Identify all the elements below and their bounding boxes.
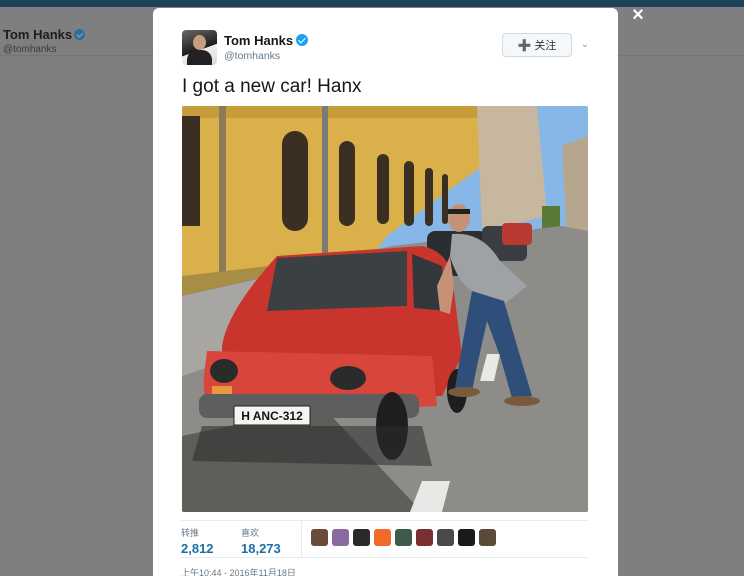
- author-avatar[interactable]: [182, 30, 217, 65]
- retweets-stat[interactable]: 转推 2,812: [181, 526, 214, 556]
- retweets-label: 转推: [181, 528, 200, 538]
- chevron-down-icon[interactable]: ⌄: [579, 39, 591, 51]
- author-name[interactable]: Tom Hanks: [224, 33, 293, 48]
- tweet-timestamp[interactable]: 上午10:44 - 2016年11月18日: [181, 566, 296, 576]
- tweet-stats: 转推 2,812 喜欢 18,273: [181, 520, 589, 558]
- author-handle[interactable]: @tomhanks: [224, 50, 280, 62]
- liker-avatar[interactable]: [416, 529, 433, 546]
- follow-button[interactable]: ➕ 关注: [502, 33, 572, 57]
- background-profile-handle: @tomhanks: [3, 44, 57, 55]
- liker-avatar[interactable]: [311, 529, 328, 546]
- liker-avatar[interactable]: [437, 529, 454, 546]
- tweet-photo[interactable]: H ANC-312: [182, 106, 588, 512]
- background-profile-name: Tom Hanks: [3, 27, 73, 42]
- verified-icon: [296, 34, 309, 46]
- liker-avatar[interactable]: [374, 529, 391, 546]
- verified-icon: [74, 29, 86, 40]
- tweet-modal: Tom Hanks @tomhanks ➕ 关注 ⌄ I got a new ca…: [153, 8, 618, 576]
- liker-avatar[interactable]: [479, 529, 496, 546]
- likes-count: 18,273: [241, 541, 281, 556]
- liker-avatar[interactable]: [353, 529, 370, 546]
- follow-button-label: 关注: [534, 40, 557, 52]
- tweet-text: I got a new car! Hanx: [182, 76, 362, 97]
- liker-avatar[interactable]: [458, 529, 475, 546]
- add-user-icon: ➕: [517, 40, 532, 52]
- license-plate-text: H ANC-312: [241, 409, 303, 423]
- likes-stat[interactable]: 喜欢 18,273: [241, 526, 281, 556]
- retweets-count: 2,812: [181, 541, 214, 556]
- likes-label: 喜欢: [241, 528, 260, 538]
- liker-avatar[interactable]: [395, 529, 412, 546]
- close-icon[interactable]: ×: [627, 4, 649, 26]
- photo-illustration: H ANC-312: [182, 106, 588, 512]
- liker-avatar[interactable]: [332, 529, 349, 546]
- stats-divider: [301, 521, 302, 557]
